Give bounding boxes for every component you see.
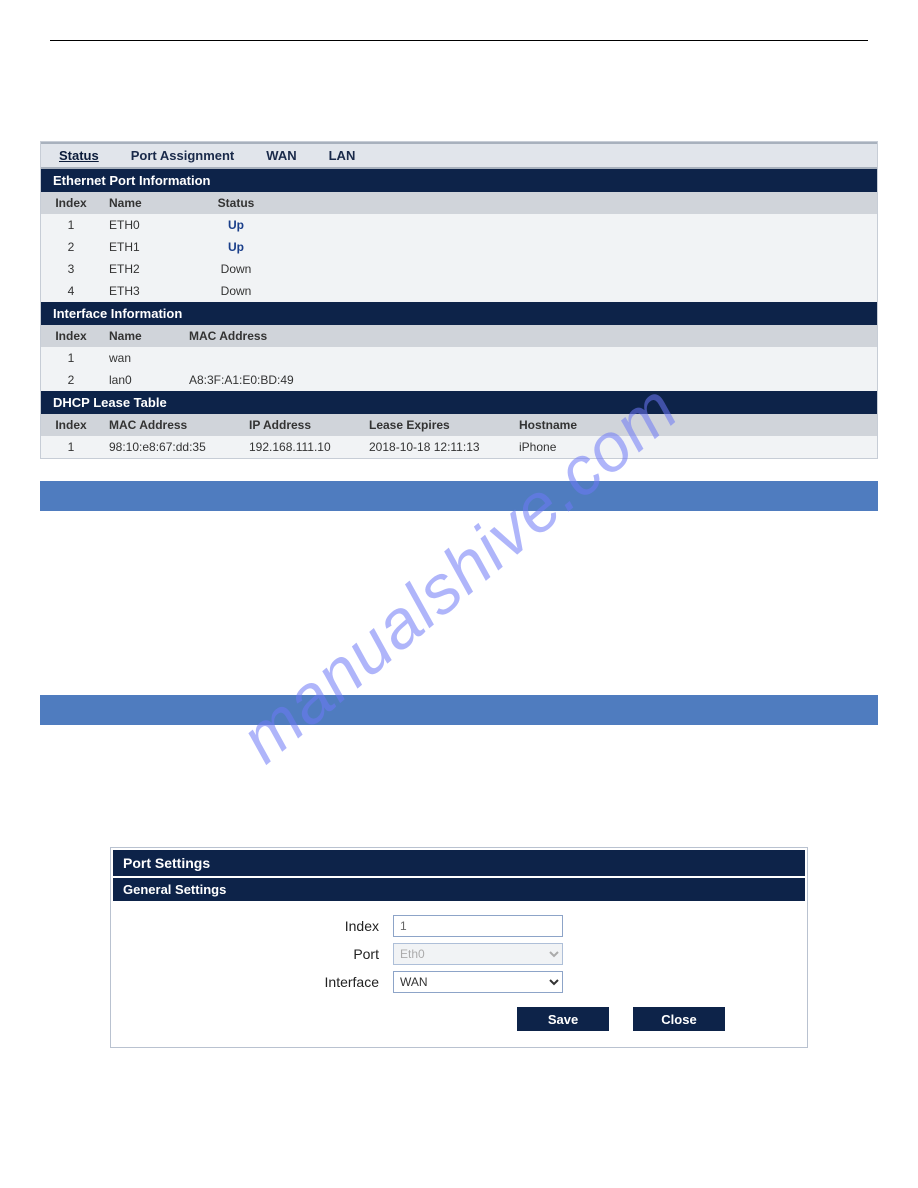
port-settings-panel: Port Settings General Settings Index Por… — [110, 847, 808, 1048]
table-row: 2 ETH1 Up — [41, 236, 877, 258]
blue-strip-2 — [40, 695, 878, 725]
interface-info-table: Index Name MAC Address 1 wan 2 lan0 A8:3… — [41, 325, 877, 391]
index-label: Index — [153, 918, 393, 934]
table-row: 1 98:10:e8:67:dd:35 192.168.111.10 2018-… — [41, 436, 877, 458]
if-cell-index: 2 — [41, 369, 101, 391]
dhcp-cell-expires: 2018-10-18 12:11:13 — [361, 436, 511, 458]
table-row: 2 lan0 A8:3F:A1:E0:BD:49 — [41, 369, 877, 391]
eth-col-spacer — [291, 192, 877, 214]
dhcp-col-mac: MAC Address — [101, 414, 241, 436]
eth-cell-name: ETH1 — [101, 236, 181, 258]
table-row: 3 ETH2 Down — [41, 258, 877, 280]
dhcp-col-spacer — [631, 414, 877, 436]
dhcp-cell-index: 1 — [41, 436, 101, 458]
save-button[interactable]: Save — [517, 1007, 609, 1031]
eth-col-status: Status — [181, 192, 291, 214]
close-button[interactable]: Close — [633, 1007, 725, 1031]
status-panel: Status Port Assignment WAN LAN Ethernet … — [40, 141, 878, 459]
general-settings-title: General Settings — [113, 878, 805, 901]
eth-col-index: Index — [41, 192, 101, 214]
dhcp-cell-ip: 192.168.111.10 — [241, 436, 361, 458]
ethernet-port-info-title: Ethernet Port Information — [41, 169, 877, 192]
if-cell-index: 1 — [41, 347, 101, 369]
table-row: 1 wan — [41, 347, 877, 369]
tabs-bar: Status Port Assignment WAN LAN — [41, 142, 877, 169]
dhcp-col-hostname: Hostname — [511, 414, 631, 436]
eth-cell-index: 1 — [41, 214, 101, 236]
eth-cell-status: Down — [181, 258, 291, 280]
interface-label: Interface — [153, 974, 393, 990]
tab-lan[interactable]: LAN — [329, 148, 356, 163]
index-field[interactable] — [393, 915, 563, 937]
tab-wan[interactable]: WAN — [266, 148, 296, 163]
blue-strip-1 — [40, 481, 878, 511]
eth-cell-status: Up — [181, 214, 291, 236]
eth-cell-status: Down — [181, 280, 291, 302]
tab-port-assignment[interactable]: Port Assignment — [131, 148, 235, 163]
if-col-name: Name — [101, 325, 181, 347]
eth-cell-index: 2 — [41, 236, 101, 258]
if-col-index: Index — [41, 325, 101, 347]
dhcp-lease-title: DHCP Lease Table — [41, 391, 877, 414]
interface-select[interactable]: WAN — [393, 971, 563, 993]
table-row: 4 ETH3 Down — [41, 280, 877, 302]
if-col-spacer — [796, 325, 877, 347]
eth-col-name: Name — [101, 192, 181, 214]
interface-info-title: Interface Information — [41, 302, 877, 325]
top-divider — [50, 40, 868, 41]
ethernet-port-table: Index Name Status 1 ETH0 Up 2 ETH1 Up 3 … — [41, 192, 877, 302]
eth-cell-status: Up — [181, 236, 291, 258]
if-cell-mac: A8:3F:A1:E0:BD:49 — [181, 369, 796, 391]
if-cell-name: lan0 — [101, 369, 181, 391]
eth-cell-name: ETH0 — [101, 214, 181, 236]
eth-cell-name: ETH3 — [101, 280, 181, 302]
dhcp-cell-mac: 98:10:e8:67:dd:35 — [101, 436, 241, 458]
dhcp-lease-table: Index MAC Address IP Address Lease Expir… — [41, 414, 877, 458]
eth-cell-name: ETH2 — [101, 258, 181, 280]
if-cell-name: wan — [101, 347, 181, 369]
if-cell-mac — [181, 347, 796, 369]
port-settings-title: Port Settings — [113, 850, 805, 876]
dhcp-cell-hostname: iPhone — [511, 436, 631, 458]
dhcp-col-index: Index — [41, 414, 101, 436]
port-label: Port — [153, 946, 393, 962]
if-col-mac: MAC Address — [181, 325, 796, 347]
eth-cell-index: 4 — [41, 280, 101, 302]
table-row: 1 ETH0 Up — [41, 214, 877, 236]
tab-status[interactable]: Status — [59, 148, 99, 163]
dhcp-col-expires: Lease Expires — [361, 414, 511, 436]
dhcp-col-ip: IP Address — [241, 414, 361, 436]
eth-cell-index: 3 — [41, 258, 101, 280]
port-select[interactable]: Eth0 — [393, 943, 563, 965]
